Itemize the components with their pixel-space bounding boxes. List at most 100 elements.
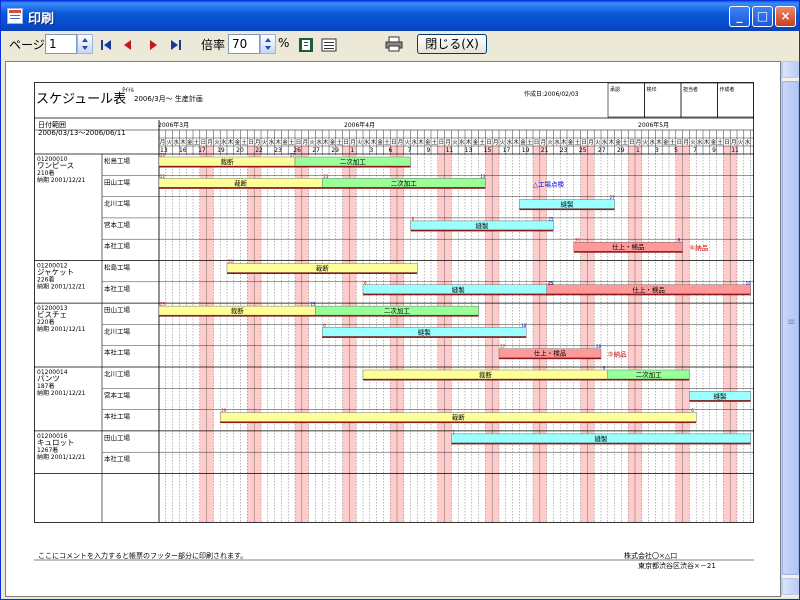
- weekday-label: 月: [541, 139, 547, 146]
- weekday-label: 土: [670, 138, 676, 146]
- weekday-label: 木: [418, 138, 424, 146]
- task-start-day: 23: [160, 302, 166, 307]
- weekday-label: 土: [575, 138, 581, 146]
- weekday-label: 土: [622, 138, 628, 146]
- order-info: 1267着: [37, 446, 58, 454]
- toolbar: ページ 1 倍率 70 % 閉じる(X): [1, 31, 799, 59]
- footer-comment: ここにコメントを入力すると帳票のフッター部分に印刷されます。: [38, 552, 248, 560]
- stamp-label: 承認: [610, 86, 620, 93]
- weekday-label: 木: [609, 138, 615, 146]
- date-label: 1: [350, 147, 354, 154]
- date-label: 15: [484, 147, 492, 154]
- weekday-label: 月: [398, 139, 404, 146]
- weekday-label: 火: [643, 140, 649, 146]
- page-spinner[interactable]: [77, 34, 93, 54]
- holiday-column: [301, 146, 309, 522]
- close-preview-button[interactable]: 閉じる(X): [417, 34, 487, 54]
- task-bar-shadow: [689, 400, 751, 402]
- date-label: 21: [541, 147, 549, 154]
- weekday-label: 水: [173, 138, 179, 146]
- printer-icon[interactable]: [385, 36, 403, 52]
- task-start-day: 22: [160, 174, 166, 179]
- order-info: ワンピース: [37, 161, 74, 170]
- task-bar-shadow: [159, 187, 323, 189]
- title-bar[interactable]: 印刷 _ □ ×: [1, 1, 799, 31]
- task-end-day: 25: [548, 216, 554, 221]
- weekday-label: 火: [405, 140, 411, 146]
- scroll-thumb[interactable]: [782, 81, 799, 575]
- order-info: 納期 2001/12/21: [37, 283, 86, 291]
- scroll-up-button[interactable]: [782, 61, 799, 78]
- date-label: 17: [503, 147, 511, 154]
- factory-name: 宮本工場: [104, 220, 131, 229]
- task-bar-label: 裁断: [479, 370, 493, 379]
- task-bar-label: 裁断: [452, 413, 466, 422]
- weekday-label: 火: [167, 140, 173, 146]
- weekday-label: 月: [350, 139, 356, 146]
- date-label: 19: [217, 147, 225, 154]
- holiday-column: [635, 146, 642, 522]
- next-page-icon[interactable]: [146, 38, 160, 52]
- weekday-label: 水: [697, 138, 703, 146]
- zoom-input[interactable]: 70: [228, 34, 260, 54]
- task-end-day: 23: [310, 302, 316, 307]
- task-start-day: 6: [323, 323, 326, 328]
- page-number-input[interactable]: 1: [45, 34, 77, 54]
- date-label: 6: [388, 147, 392, 154]
- holiday-column: [295, 146, 302, 522]
- task-bar-label: 仕上・検品: [612, 242, 645, 251]
- holiday-column: [628, 146, 635, 522]
- weekday-label: 火: [452, 140, 458, 146]
- factory-name: 松島工場: [104, 263, 131, 272]
- weekday-label: 火: [595, 140, 601, 146]
- vertical-scrollbar[interactable]: [781, 61, 799, 597]
- task-start-day: 29: [221, 408, 227, 413]
- order-info: 納期 2001/12/21: [37, 176, 86, 184]
- print-preview-area[interactable]: 承認 検印 担当者 作成者月火水木金土日月火水木金土日月火水木金土日月火水木金土日月火…: [5, 61, 781, 597]
- weekday-label: 土: [479, 138, 485, 146]
- scroll-down-button[interactable]: [782, 578, 799, 595]
- weekday-label: 月: [255, 139, 261, 146]
- weekday-label: 火: [214, 140, 220, 146]
- task-bar-label: 二次加工: [391, 178, 418, 187]
- weekday-label: 水: [269, 138, 275, 146]
- order-info: キュロット: [37, 438, 75, 447]
- date-range: 2006/03/13～2006/06/11: [38, 129, 126, 137]
- schedule-annotation: ⑤納品: [689, 243, 708, 252]
- last-page-icon[interactable]: [169, 38, 183, 52]
- weekday-label: 火: [262, 140, 268, 146]
- task-bar-shadow: [322, 336, 527, 338]
- task-bar-label: 二次加工: [636, 370, 663, 379]
- factory-name: 本社工場: [104, 348, 131, 357]
- order-info: ビスチェ: [37, 310, 67, 319]
- weekday-label: 日: [391, 139, 397, 146]
- date-label: 29: [331, 147, 339, 154]
- weekday-label: 月: [207, 139, 213, 146]
- report-page: 承認 検印 担当者 作成者月火水木金土日月火水木金土日月火水木金土日月火水木金土日月火…: [34, 82, 755, 596]
- weekday-label: 水: [602, 138, 608, 146]
- weekday-label: 月: [493, 139, 499, 146]
- maximize-button[interactable]: □: [752, 6, 773, 27]
- zoom-spinner[interactable]: [260, 34, 276, 54]
- weekday-label: 木: [561, 138, 567, 146]
- task-bar-shadow: [451, 442, 751, 445]
- weekday-label: 月: [303, 139, 309, 146]
- minimize-button[interactable]: _: [729, 6, 750, 27]
- weekday-label: 金: [520, 138, 526, 146]
- first-page-icon[interactable]: [99, 38, 113, 52]
- weekday-label: 金: [425, 138, 431, 146]
- date-label: 29: [617, 147, 625, 154]
- task-bar-shadow: [363, 293, 554, 296]
- stamp-label: 担当者: [683, 86, 698, 93]
- task-bar-label: 裁断: [316, 264, 330, 273]
- task-end-day: 19: [746, 280, 752, 285]
- prev-page-icon[interactable]: [121, 38, 135, 52]
- task-end-day: 9: [603, 366, 606, 371]
- weekday-label: 日: [248, 139, 254, 146]
- multi-page-view-icon[interactable]: [321, 37, 337, 53]
- weekday-label: 火: [357, 140, 363, 146]
- weekday-label: 金: [187, 138, 193, 146]
- task-bar-label: 裁断: [221, 157, 235, 166]
- one-page-view-icon[interactable]: [298, 37, 314, 53]
- close-window-button[interactable]: ×: [775, 6, 796, 27]
